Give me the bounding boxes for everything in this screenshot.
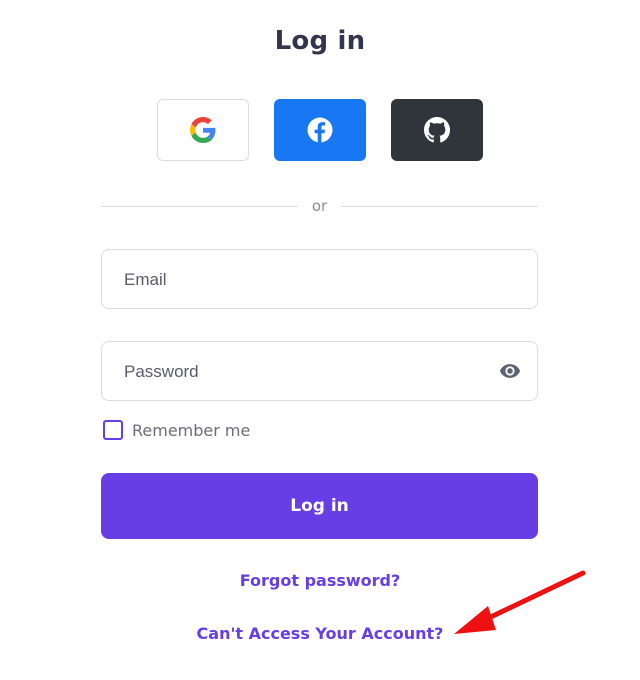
github-login-button[interactable]: [391, 99, 483, 161]
remember-me-label[interactable]: Remember me: [132, 421, 250, 440]
google-icon: [190, 117, 216, 143]
red-arrow-icon: [454, 570, 586, 634]
github-icon: [424, 117, 450, 143]
facebook-icon: [307, 117, 333, 143]
login-button[interactable]: Log in: [101, 473, 538, 539]
email-field: [101, 249, 538, 310]
divider-line-left: [101, 206, 298, 207]
google-login-button[interactable]: [157, 99, 249, 161]
eye-icon[interactable]: [496, 360, 524, 382]
email-input[interactable]: [122, 250, 486, 310]
password-field: [101, 341, 538, 402]
divider-or: or: [311, 197, 328, 215]
remember-me-checkbox[interactable]: [103, 420, 123, 440]
login-page: Log in or Remember me Log in: [0, 0, 640, 680]
divider-line-right: [341, 206, 538, 207]
page-title: Log in: [274, 26, 366, 56]
password-input[interactable]: [122, 342, 486, 402]
remember-me-row: Remember me: [103, 420, 250, 440]
facebook-login-button[interactable]: [274, 99, 366, 161]
